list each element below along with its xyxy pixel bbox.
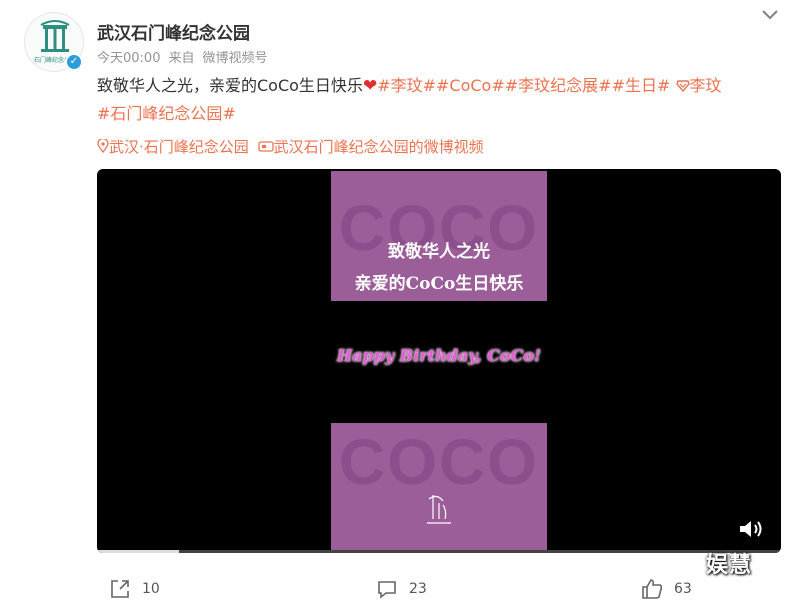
verified-icon: ✓ (65, 53, 83, 71)
hashtag-birthday[interactable]: #生日# (612, 76, 671, 95)
image-watermark: 娱慧 (706, 553, 753, 578)
video-progress-bar[interactable] (97, 550, 781, 553)
account-name[interactable]: 武汉石门峰纪念公园 (97, 19, 250, 44)
video-link-icon (257, 141, 274, 152)
video-caption-line2: 亲爱的CoCo生日快乐 (354, 274, 524, 294)
like-count: 63 (674, 581, 692, 597)
video-channel-link[interactable]: 武汉石门峰纪念公园的微博视频 (274, 138, 484, 156)
video-title-card: COCO 致敬华人之光 亲爱的CoCo生日快乐 (331, 171, 547, 301)
volume-icon[interactable] (737, 517, 765, 541)
video-end-card: COCO (331, 423, 547, 553)
hashtag-exhibition[interactable]: #李玟纪念展# (505, 76, 612, 95)
video-player[interactable]: COCO 致敬华人之光 亲爱的CoCo生日快乐 Happy Birthday, … (97, 169, 781, 553)
video-greeting: Happy Birthday, CoCo! (336, 346, 542, 365)
hashtag-park[interactable]: #石门峰纪念公园# (97, 104, 236, 123)
location-link[interactable]: 武汉·石门峰纪念公园 (109, 138, 249, 156)
weibo-post: 石门峰纪念公园 ✓ 武汉石门峰纪念公园 今天00:00 来自 微博视频号 致敬华人之… (0, 0, 800, 607)
source-prefix: 来自 (168, 51, 195, 66)
post-time[interactable]: 今天00:00 (97, 51, 160, 66)
signature-logo-icon (427, 495, 451, 524)
super-topic-link[interactable]: 李玟 (675, 76, 722, 95)
hashtag-coco[interactable]: #CoCo# (436, 76, 505, 95)
location-line: 武汉·石门峰纪念公园 武汉石门峰纪念公园的微博视频 (97, 136, 484, 157)
post-text: 致敬华人之光，亲爱的CoCo生日快乐❤#李玟##CoCo##李玟纪念展##生日#… (97, 72, 787, 127)
repost-count: 10 (142, 581, 160, 597)
post-source[interactable]: 微博视频号 (202, 51, 267, 66)
post-body: 致敬华人之光，亲爱的CoCo生日快乐 (97, 76, 363, 95)
location-pin-icon (97, 137, 109, 154)
super-topic-icon (675, 80, 690, 93)
coco-watermark-bottom: COCO (339, 426, 539, 498)
heart-emoji: ❤ (362, 76, 378, 96)
action-bar: 10 23 63 (0, 571, 800, 607)
video-caption-line1: 致敬华人之光 (388, 242, 490, 262)
more-chevron-icon[interactable] (758, 6, 782, 24)
repost-icon (111, 580, 129, 598)
video-progress-fill (97, 550, 180, 553)
mention-li-wen: 李玟 (689, 76, 722, 95)
hashtag-li-wen[interactable]: #李玟# (377, 76, 436, 95)
comment-icon (378, 581, 396, 599)
like-icon (642, 579, 663, 599)
post-meta: 今天00:00 来自 微博视频号 (97, 47, 276, 66)
comment-count: 23 (409, 581, 427, 597)
